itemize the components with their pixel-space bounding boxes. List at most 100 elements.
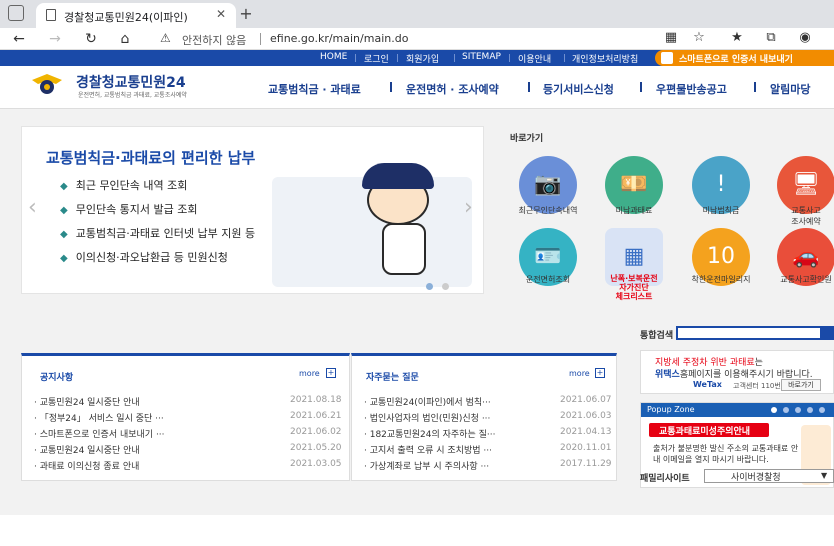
quicklink-label[interactable]: 최근무인단속내역 bbox=[503, 205, 593, 216]
quicklink-label[interactable]: 난폭·보복운전 자가진단 체크리스트 bbox=[589, 274, 679, 301]
quicklink-label[interactable]: 미납범칙금 bbox=[676, 205, 766, 216]
menu-divider bbox=[528, 82, 530, 92]
site-utility-bar: HOME 로그인 회원가입 SITEMAP 이용안내 개인정보처리방침 스마트폰… bbox=[0, 50, 834, 66]
notice-more-link[interactable]: more bbox=[299, 369, 320, 378]
popup-pager-dot[interactable] bbox=[807, 407, 813, 413]
signup-link[interactable]: 회원가입 bbox=[406, 52, 439, 65]
popup-pager-dot[interactable] bbox=[819, 407, 825, 413]
address-divider bbox=[260, 33, 261, 45]
quicklink-label[interactable]: 미납과태료 bbox=[589, 205, 679, 216]
new-tab-button[interactable]: + bbox=[236, 4, 256, 23]
divider bbox=[355, 54, 356, 62]
chevron-down-icon: ▼ bbox=[821, 471, 828, 480]
banner-item: 이의신청·과오납환급 등 민원신청 bbox=[60, 249, 228, 265]
forward-arrow-icon[interactable]: → bbox=[44, 29, 66, 49]
browser-toolbar: ← → ↻ ⌂ ⚠ 안전하지 않음 efine.go.kr/main/main.… bbox=[0, 28, 834, 50]
family-site-selected: 사이버경찰청 bbox=[731, 473, 781, 483]
menu-fines[interactable]: 교통범칙금 · 과태료 bbox=[268, 81, 361, 97]
faq-row-title[interactable]: · 182교통민원24의 자주하는 질··· bbox=[364, 427, 495, 440]
faq-row-title[interactable]: · 고지서 출력 오류 시 조치방법 ··· bbox=[364, 443, 492, 456]
popup-alert-badge[interactable]: 교통과태료미성주의안내 bbox=[649, 423, 769, 437]
menu-notices[interactable]: 알림마당 bbox=[770, 81, 810, 97]
footer-area bbox=[0, 515, 834, 546]
banner-next-arrow-icon[interactable]: › bbox=[464, 195, 473, 220]
search-button[interactable] bbox=[822, 326, 834, 340]
back-arrow-icon[interactable]: ← bbox=[8, 29, 30, 49]
menu-license-booking[interactable]: 운전면허 · 조사예약 bbox=[406, 81, 499, 97]
privacy-policy-link[interactable]: 개인정보처리방침 bbox=[572, 52, 638, 65]
main-banner[interactable]: 교통범칙금·과태료의 편리한 납부 최근 무인단속 내역 조회 무인단속 통지서… bbox=[21, 126, 484, 294]
site-header: 경찰청교통민원24 운전면허, 교통범칙금 과태료, 교통조사예약 교통범칙금 … bbox=[0, 66, 834, 109]
login-link[interactable]: 로그인 bbox=[364, 52, 389, 65]
wetax-notice-box[interactable]: 지방세 주정차 위반 과태료는 위택스홈페이지를 이용해주시기 바랍니다. We… bbox=[640, 350, 834, 394]
banner-item: 최근 무인단속 내역 조회 bbox=[60, 177, 188, 193]
banner-prev-arrow-icon[interactable]: ‹ bbox=[28, 195, 37, 220]
quicklink-label[interactable]: 착한운전마일리지 bbox=[676, 274, 766, 285]
police-emblem-logo[interactable] bbox=[30, 72, 64, 96]
banner-pager-dot-active[interactable] bbox=[426, 283, 433, 290]
notice-more-plus-icon[interactable]: + bbox=[326, 368, 336, 378]
faq-row-date: 2017.11.29 bbox=[560, 459, 612, 469]
quicklink-label[interactable]: 교통사고 조사예약 bbox=[761, 205, 834, 227]
profile-icon[interactable]: ◉ bbox=[796, 30, 814, 45]
menu-registered-mail[interactable]: 등기서비스신청 bbox=[543, 81, 614, 97]
favorite-add-icon[interactable]: ☆ bbox=[690, 30, 708, 45]
wetax-logo: WeTax bbox=[693, 380, 722, 389]
sitemap-link[interactable]: SITEMAP bbox=[462, 52, 501, 62]
divider bbox=[564, 54, 565, 62]
divider bbox=[454, 54, 455, 62]
popup-pager-dot[interactable] bbox=[795, 407, 801, 413]
site-logo-title[interactable]: 경찰청교통민원24 bbox=[76, 72, 186, 92]
banner-item: 교통범칙금·과태료 인터넷 납부 지원 등 bbox=[60, 225, 255, 241]
menu-divider bbox=[390, 82, 392, 92]
notice-row-title[interactable]: · 「정부24」 서비스 일시 중단 ··· bbox=[34, 411, 164, 424]
guide-link[interactable]: 이용안내 bbox=[518, 52, 551, 65]
notice-row-date: 2021.06.21 bbox=[290, 411, 342, 421]
family-site-select[interactable]: 사이버경찰청 ▼ bbox=[704, 469, 834, 483]
faq-row-date: 2021.06.07 bbox=[560, 395, 612, 405]
banner-pager-dot[interactable] bbox=[442, 283, 449, 290]
home-link[interactable]: HOME bbox=[320, 52, 347, 62]
popup-body-text: 출처가 불분명한 발신 주소의 교통과태료 안내 이메일을 열지 마시기 바랍니… bbox=[653, 444, 799, 464]
home-icon[interactable]: ⌂ bbox=[114, 29, 136, 49]
menu-divider bbox=[640, 82, 642, 92]
faq-row-title[interactable]: · 법인사업자의 법인(민원)신청 ··· bbox=[364, 411, 490, 424]
reload-icon[interactable]: ↻ bbox=[80, 29, 102, 49]
wetax-name: 위택스 bbox=[655, 370, 680, 380]
notice-row-title[interactable]: · 과태료 이의신청 종료 안내 bbox=[34, 459, 139, 472]
notice-row-date: 2021.06.02 bbox=[290, 427, 342, 437]
wetax-go-button[interactable]: 바로가기 bbox=[781, 379, 821, 391]
notice-row-date: 2021.08.18 bbox=[290, 395, 342, 405]
favorites-icon[interactable]: ★ bbox=[728, 30, 746, 45]
close-tab-icon[interactable]: ✕ bbox=[216, 7, 226, 21]
divider bbox=[397, 54, 398, 62]
popup-pager-dot-active[interactable] bbox=[771, 407, 777, 413]
faq-row-title[interactable]: · 교통민원24(이파인)에서 범칙··· bbox=[364, 395, 491, 408]
notice-row-title[interactable]: · 스마트폰으로 인증서 내보내기 ··· bbox=[34, 427, 165, 440]
address-bar[interactable]: ⚠ 안전하지 않음 efine.go.kr/main/main.do bbox=[148, 29, 648, 49]
quicklink-label[interactable]: 교통사고확인원 bbox=[761, 274, 834, 285]
smart-cert-export-button[interactable]: 스마트폰으로 인증서 내보내기 bbox=[655, 50, 834, 66]
logo-subtitle: 운전면허, 교통범칙금 과태료, 교통조사예약 bbox=[78, 92, 187, 99]
window-menu-icon[interactable] bbox=[8, 5, 24, 21]
notice-row-title[interactable]: · 교통민원24 일시중단 안내 bbox=[34, 395, 140, 408]
notice-row-title[interactable]: · 교통민원24 일시중단 안내 bbox=[34, 443, 140, 456]
faq-row-date: 2021.04.13 bbox=[560, 427, 612, 437]
family-site-label: 패밀리사이트 bbox=[640, 474, 690, 484]
warning-triangle-icon[interactable]: ⚠ bbox=[160, 31, 171, 45]
menu-returned-mail[interactable]: 우편물반송공고 bbox=[656, 81, 727, 97]
notice-row-date: 2021.05.20 bbox=[290, 443, 342, 453]
browser-tab[interactable]: 경찰청교통민원24(이파인) ✕ bbox=[36, 3, 236, 28]
quicklink-label[interactable]: 운전면허조회 bbox=[503, 274, 593, 285]
qr-code-icon[interactable]: ▦ bbox=[662, 30, 680, 45]
search-input[interactable] bbox=[676, 326, 822, 340]
collections-icon[interactable]: ⧉ bbox=[762, 30, 780, 45]
faq-row-title[interactable]: · 가상계좌로 납부 시 주의사항 ··· bbox=[364, 459, 489, 472]
address-url[interactable]: efine.go.kr/main/main.do bbox=[270, 32, 408, 45]
browser-tab-bar: 경찰청교통민원24(이파인) ✕ + bbox=[0, 0, 834, 28]
faq-more-plus-icon[interactable]: + bbox=[595, 368, 605, 378]
faq-more-link[interactable]: more bbox=[569, 369, 590, 378]
notice-row-date: 2021.03.05 bbox=[290, 459, 342, 469]
popup-pager-dot[interactable] bbox=[783, 407, 789, 413]
popup-alert-title: 교통과태료미성주의안내 bbox=[659, 427, 751, 437]
